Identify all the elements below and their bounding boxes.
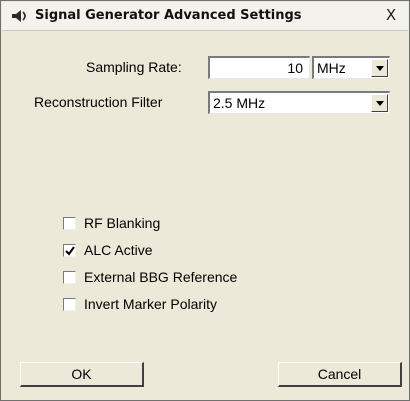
option-label: External BBG Reference [84, 269, 238, 285]
checkbox[interactable] [63, 244, 76, 257]
sampling-rate-unit-value: MHz [317, 60, 346, 76]
reconstruction-filter-value: 2.5 MHz [213, 95, 266, 111]
reconstruction-filter-label: Reconstruction Filter [34, 94, 163, 110]
checkbox[interactable] [63, 298, 76, 311]
option-label: ALC Active [84, 242, 153, 258]
checkmark-icon [65, 246, 75, 256]
sampling-rate-label: Sampling Rate: [86, 59, 182, 75]
reconstruction-filter-select[interactable]: 2.5 MHz [208, 91, 390, 114]
cancel-button[interactable]: Cancel [278, 362, 402, 387]
dialog-title: Signal Generator Advanced Settings [35, 8, 302, 23]
checkbox[interactable] [63, 271, 76, 284]
ok-button[interactable]: OK [20, 362, 144, 387]
chevron-down-icon[interactable] [371, 59, 388, 77]
speaker-icon [12, 10, 26, 22]
title-bar[interactable]: Signal Generator Advanced Settings X [2, 2, 408, 31]
option-label: RF Blanking [84, 215, 161, 231]
close-button[interactable]: X [382, 6, 400, 24]
sampling-rate-input[interactable]: 10 [208, 56, 310, 79]
advanced-settings-dialog: Signal Generator Advanced Settings X Sam… [0, 0, 410, 401]
checkbox[interactable] [63, 217, 76, 230]
chevron-down-icon[interactable] [371, 94, 388, 112]
sampling-rate-value: 10 [287, 60, 303, 76]
option-label: Invert Marker Polarity [84, 296, 218, 312]
sampling-rate-unit-select[interactable]: MHz [312, 56, 390, 79]
